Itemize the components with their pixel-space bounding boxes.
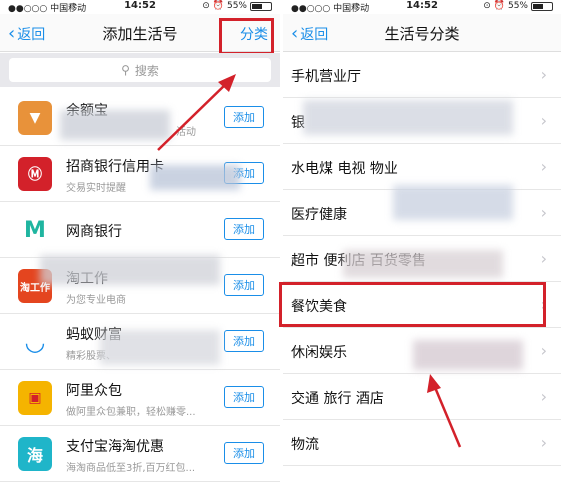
annotation-arrows xyxy=(157,74,462,448)
screenshot-stage: ●●○○○ 中国移动 ◠ 14:52 ⊙ ⏰ 55% ‹ 返回 添加生活号 分类… xyxy=(0,0,561,487)
arrow-line-left xyxy=(157,81,229,151)
arrow-head-right xyxy=(427,374,441,393)
arrow-line-right xyxy=(432,384,462,448)
